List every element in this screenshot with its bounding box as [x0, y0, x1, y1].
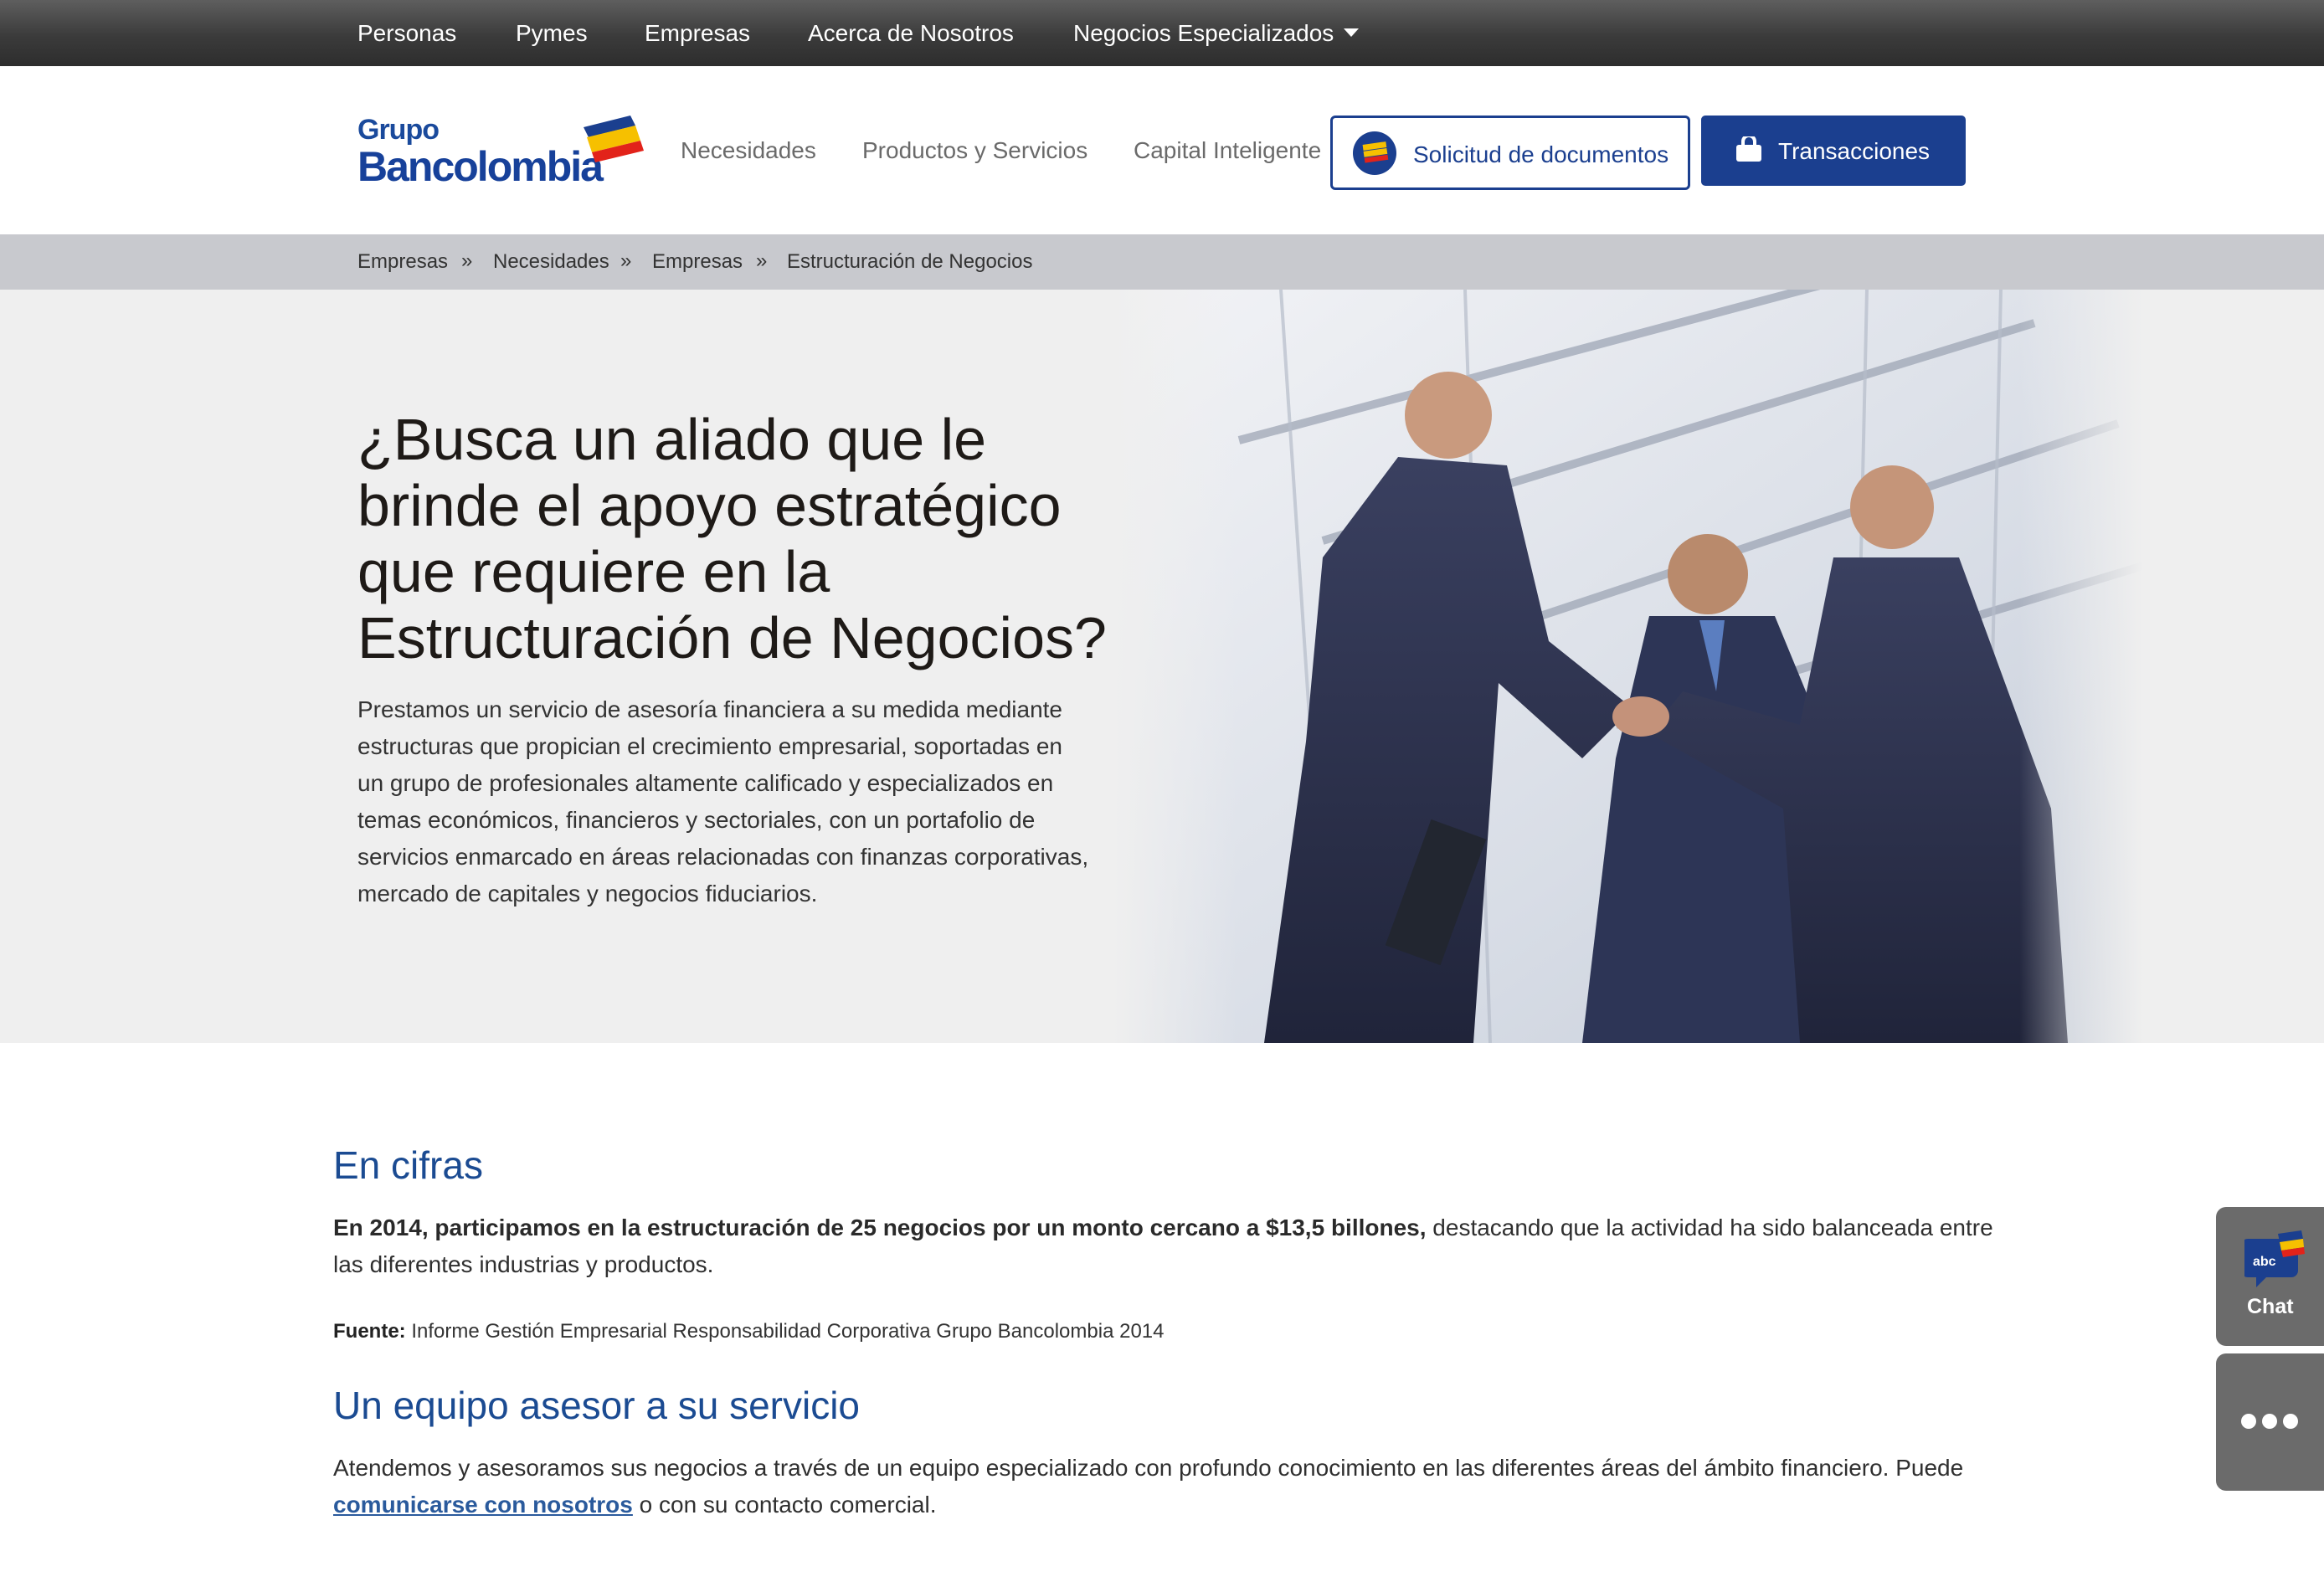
top-nav-negocios-especializados[interactable]: Negocios Especializados — [1073, 0, 1360, 66]
top-nav-pymes[interactable]: Pymes — [516, 0, 588, 66]
breadcrumb-empresas-2[interactable]: Empresas — [652, 234, 743, 290]
caret-down-icon — [1344, 28, 1360, 37]
top-nav-empresas[interactable]: Empresas — [645, 0, 750, 66]
main-nav-necesidades[interactable]: Necesidades — [681, 137, 816, 164]
breadcrumb: Empresas » Necesidades » Empresas » Estr… — [0, 234, 2324, 290]
solicitud-documentos-label: Solicitud de documentos — [1413, 141, 1669, 167]
logo-bancolombia-text: Bancolombia — [357, 143, 604, 190]
hero-description: Prestamos un servicio de asesoría financ… — [357, 696, 1089, 906]
equipo-text-after: o con su contacto comercial. — [632, 1492, 937, 1518]
logo-flag-icon — [584, 116, 644, 162]
equipo-text-before: Atendemos y asesoramos sus negocios a tr… — [333, 1455, 1964, 1481]
source-note: Fuente: Informe Gestión Empresarial Resp… — [333, 1320, 1164, 1343]
main-nav-capital[interactable]: Capital Inteligente — [1134, 137, 1321, 164]
hero-business-handshake-image — [1113, 290, 2143, 1043]
equipo-text: Atendemos y asesoramos sus negocios a tr… — [333, 1450, 2008, 1523]
top-nav-personas[interactable]: Personas — [357, 0, 456, 66]
breadcrumb-separator: » — [620, 249, 632, 272]
breadcrumb-separator: » — [756, 249, 768, 272]
chat-badge-text: abc — [2253, 1255, 2276, 1269]
top-nav-negocios-label: Negocios Especializados — [1073, 20, 1334, 46]
chat-bubble-icon: abc — [2244, 1230, 2305, 1287]
bancolombia-logo[interactable]: Grupo Bancolombia — [357, 112, 644, 190]
source-text: Informe Gestión Empresarial Responsabili… — [405, 1320, 1165, 1343]
breadcrumb-empresas[interactable]: Empresas — [357, 234, 448, 290]
equipo-heading: Un equipo asesor a su servicio — [333, 1384, 860, 1427]
hero-banner: ¿Busca un aliado que le brinde el apoyo … — [0, 290, 2324, 1043]
en-cifras-bold-text: En 2014, participamos en la estructuraci… — [333, 1215, 1427, 1240]
en-cifras-heading: En cifras — [333, 1143, 483, 1187]
chat-widget-button[interactable]: abc Chat — [2216, 1207, 2324, 1346]
header: Grupo Bancolombia Necesidades Productos … — [0, 66, 2324, 234]
source-label: Fuente: — [333, 1320, 406, 1343]
en-cifras-text: En 2014, participamos en la estructuraci… — [333, 1210, 2008, 1283]
main-nav-productos[interactable]: Productos y Servicios — [862, 137, 1087, 164]
transacciones-label: Transacciones — [1778, 138, 1931, 164]
documents-icon — [1353, 131, 1396, 175]
hero-title: ¿Busca un aliado que le brinde el apoyo … — [357, 407, 1107, 670]
top-nav: Personas Pymes Empresas Acerca de Nosotr… — [0, 0, 2324, 66]
top-nav-acerca[interactable]: Acerca de Nosotros — [808, 0, 1014, 66]
chat-label: Chat — [2247, 1295, 2294, 1318]
breadcrumb-current: Estructuración de Negocios — [787, 250, 1033, 273]
comunicarse-link[interactable]: comunicarse con nosotros — [333, 1492, 633, 1518]
solicitud-documentos-button[interactable]: Solicitud de documentos — [1330, 116, 1690, 190]
breadcrumb-necesidades[interactable]: Necesidades — [493, 234, 609, 290]
lock-icon — [1736, 136, 1761, 162]
more-dots-icon — [2241, 1414, 2304, 1429]
breadcrumb-separator: » — [461, 249, 473, 272]
more-options-button[interactable] — [2216, 1353, 2324, 1491]
transacciones-button[interactable]: Transacciones — [1701, 116, 1966, 186]
